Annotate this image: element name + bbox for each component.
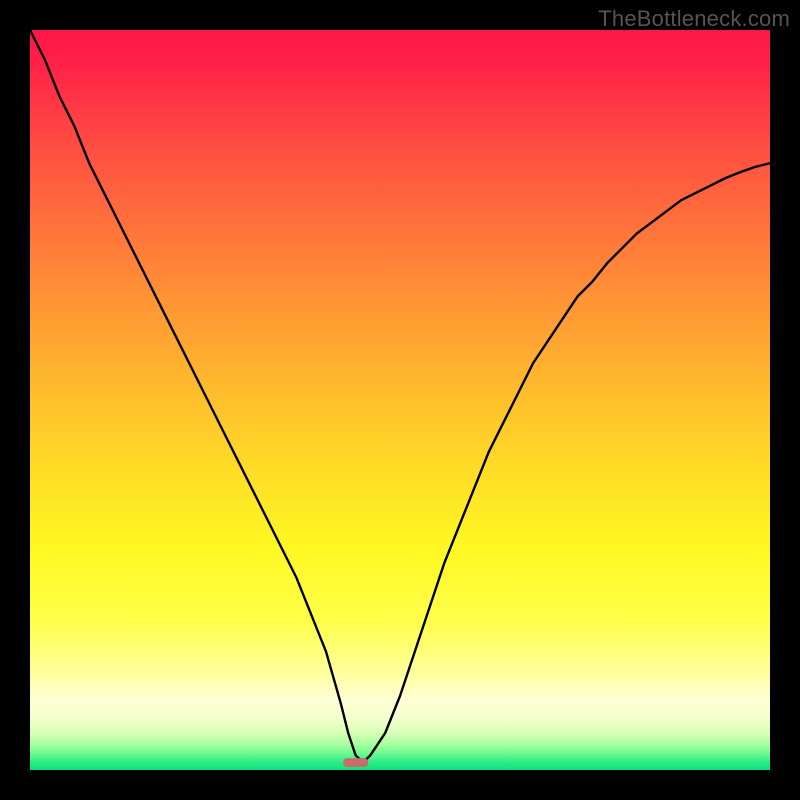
min-marker	[343, 758, 368, 767]
bottleneck-plot	[30, 30, 770, 770]
chart-frame: TheBottleneck.com	[0, 0, 800, 800]
plot-background	[30, 30, 770, 770]
watermark-text: TheBottleneck.com	[598, 6, 790, 32]
